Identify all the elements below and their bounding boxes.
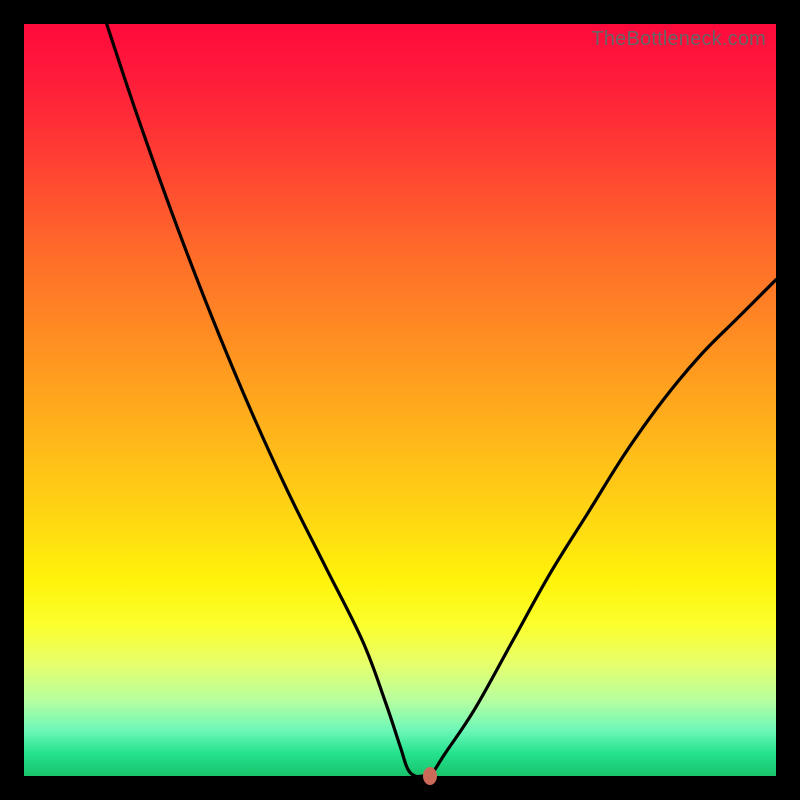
plot-area: TheBottleneck.com xyxy=(24,24,776,776)
bottleneck-curve xyxy=(24,24,776,776)
chart-frame: TheBottleneck.com xyxy=(0,0,800,800)
minimum-marker-icon xyxy=(423,767,437,785)
